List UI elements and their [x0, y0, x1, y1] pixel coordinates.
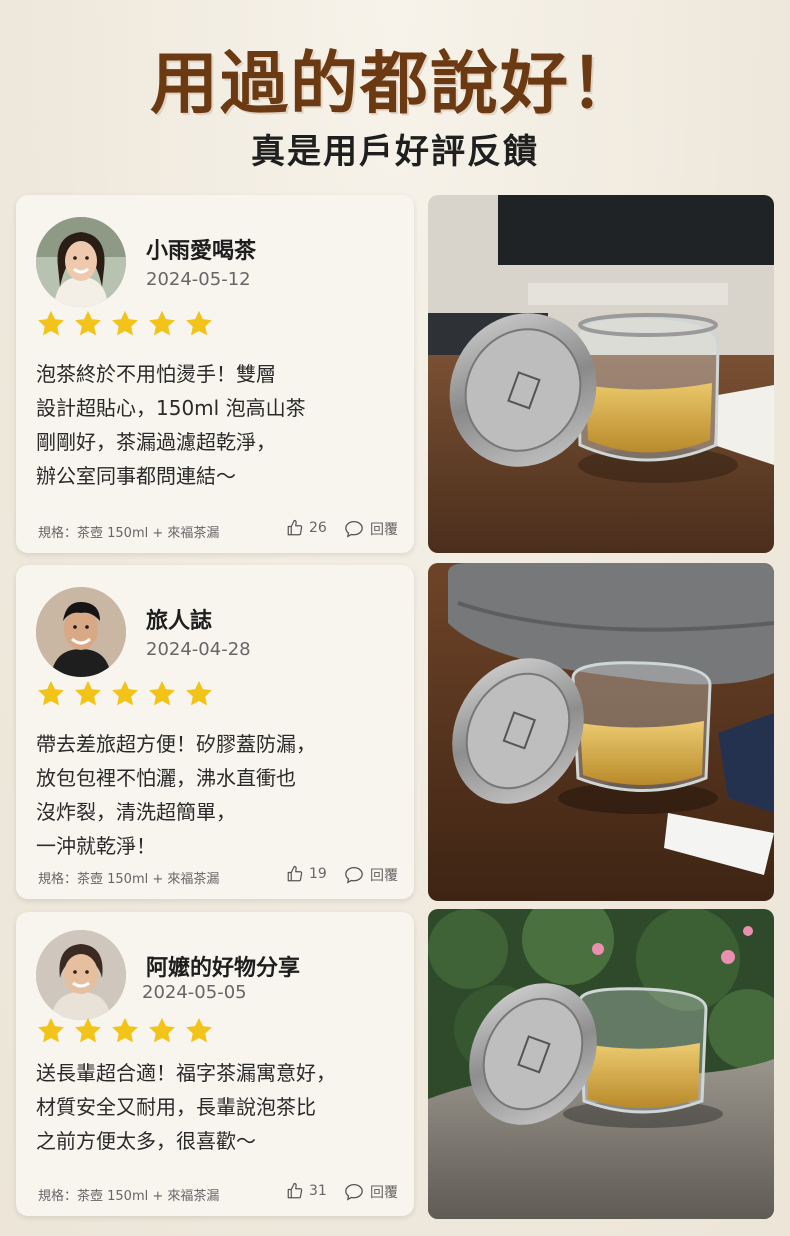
product-spec: 規格：茶壺 150ml + 來福茶漏	[38, 526, 220, 541]
product-spec: 規格：茶壺 150ml + 來福茶漏	[38, 872, 220, 887]
star-rating	[36, 309, 214, 339]
review-line: 一沖就乾淨！	[36, 834, 156, 858]
star-icon	[149, 1017, 175, 1043]
user-avatar-photo	[36, 930, 126, 1020]
review-footer: 規格：茶壺 150ml + 來福茶漏 31 回覆	[38, 1182, 398, 1204]
star-icon	[186, 310, 212, 336]
thumbs-up-icon	[287, 1182, 303, 1199]
reply-label: 回覆	[370, 868, 398, 884]
review-text: 泡茶終於不用怕燙手！雙層 設計超貼心，150ml 泡高山茶 剛剛好，茶漏過濾超乾…	[36, 357, 396, 493]
review-text: 帶去差旅超方便！矽膠蓋防漏， 放包包裡不怕灑，沸水直衝也 沒炸裂，清洗超簡單， …	[36, 727, 396, 863]
like-button[interactable]: 31	[286, 1182, 327, 1200]
review-footer: 規格：茶壺 150ml + 來福茶漏 19 回覆	[38, 865, 398, 887]
star-icon	[186, 680, 212, 706]
review-footer: 規格：茶壺 150ml + 來福茶漏 26 回覆	[38, 519, 398, 541]
office-desk-tea-cup-photo	[428, 195, 774, 553]
star-icon	[149, 680, 175, 706]
star-icon	[112, 1017, 138, 1043]
review-card: 小雨愛喝茶 2024-05-12 泡茶終於不用怕燙手！雙層 設計超貼心，150m…	[16, 195, 414, 553]
garden-stone-tea-cup-photo	[428, 909, 774, 1219]
review-photo[interactable]	[428, 195, 774, 553]
star-rating	[36, 1016, 214, 1046]
reply-button[interactable]: 回覆	[344, 519, 398, 539]
like-button[interactable]: 26	[286, 519, 327, 537]
review-card: 旅人誌 2024-04-28 帶去差旅超方便！矽膠蓋防漏， 放包包裡不怕灑，沸水…	[16, 565, 414, 899]
review-line: 材質安全又耐用，長輩說泡茶比	[36, 1095, 316, 1119]
review-line: 放包包裡不怕灑，沸水直衝也	[36, 766, 296, 790]
comment-bubble-icon	[345, 866, 363, 884]
reply-button[interactable]: 回覆	[344, 865, 398, 885]
comment-bubble-icon	[345, 520, 363, 538]
review-text: 送長輩超合適！福字茶漏寓意好， 材質安全又耐用，長輩說泡茶比 之前方便太多，很喜…	[36, 1056, 396, 1158]
reply-label: 回覆	[370, 522, 398, 538]
star-icon	[75, 310, 101, 336]
review-line: 設計超貼心，150ml 泡高山茶	[36, 396, 306, 420]
review-line: 辦公室同事都問連結～	[36, 464, 236, 488]
avatar	[36, 217, 126, 307]
like-button[interactable]: 19	[286, 865, 327, 883]
reply-button[interactable]: 回覆	[344, 1182, 398, 1202]
star-icon	[38, 680, 64, 706]
product-spec: 規格：茶壺 150ml + 來福茶漏	[38, 1189, 220, 1204]
star-icon	[75, 1017, 101, 1043]
review-photo[interactable]	[428, 909, 774, 1219]
review-date: 2024-05-12	[146, 269, 251, 290]
review-line: 帶去差旅超方便！矽膠蓋防漏，	[36, 732, 316, 756]
like-count: 19	[309, 866, 327, 882]
review-line: 泡茶終於不用怕燙手！雙層	[36, 362, 276, 386]
star-icon	[186, 1017, 212, 1043]
avatar	[36, 587, 126, 677]
star-icon	[38, 1017, 64, 1043]
review-line: 沒炸裂，清洗超簡單，	[36, 800, 236, 824]
review-date: 2024-04-28	[146, 639, 251, 660]
username[interactable]: 阿嬤的好物分享	[146, 950, 300, 982]
username[interactable]: 小雨愛喝茶	[146, 233, 256, 265]
star-icon	[112, 310, 138, 336]
page-subtitle: 真是用戶好評反饋	[251, 132, 539, 172]
username[interactable]: 旅人誌	[146, 603, 212, 635]
star-icon	[149, 310, 175, 336]
review-line: 送長輩超合適！福字茶漏寓意好，	[36, 1061, 336, 1085]
user-avatar-photo	[36, 587, 126, 677]
page-title: 用過的都說好！	[149, 45, 640, 124]
thumbs-up-icon	[287, 519, 303, 536]
thumbs-up-icon	[287, 865, 303, 882]
reply-label: 回覆	[370, 1185, 398, 1201]
star-icon	[75, 680, 101, 706]
review-photo[interactable]	[428, 563, 774, 901]
avatar	[36, 930, 126, 1020]
like-count: 26	[309, 520, 327, 536]
comment-bubble-icon	[345, 1183, 363, 1201]
star-icon	[112, 680, 138, 706]
star-rating	[36, 679, 214, 709]
like-count: 31	[309, 1183, 327, 1199]
review-line: 剛剛好，茶漏過濾超乾淨，	[36, 430, 276, 454]
user-avatar-photo	[36, 217, 126, 307]
star-icon	[38, 310, 64, 336]
review-line: 之前方便太多，很喜歡～	[36, 1129, 256, 1153]
review-date: 2024-05-05	[142, 982, 247, 1003]
review-card: 阿嬤的好物分享 2024-05-05 送長輩超合適！福字茶漏寓意好， 材質安全又…	[16, 912, 414, 1216]
travel-bag-tea-cup-photo	[428, 563, 774, 901]
